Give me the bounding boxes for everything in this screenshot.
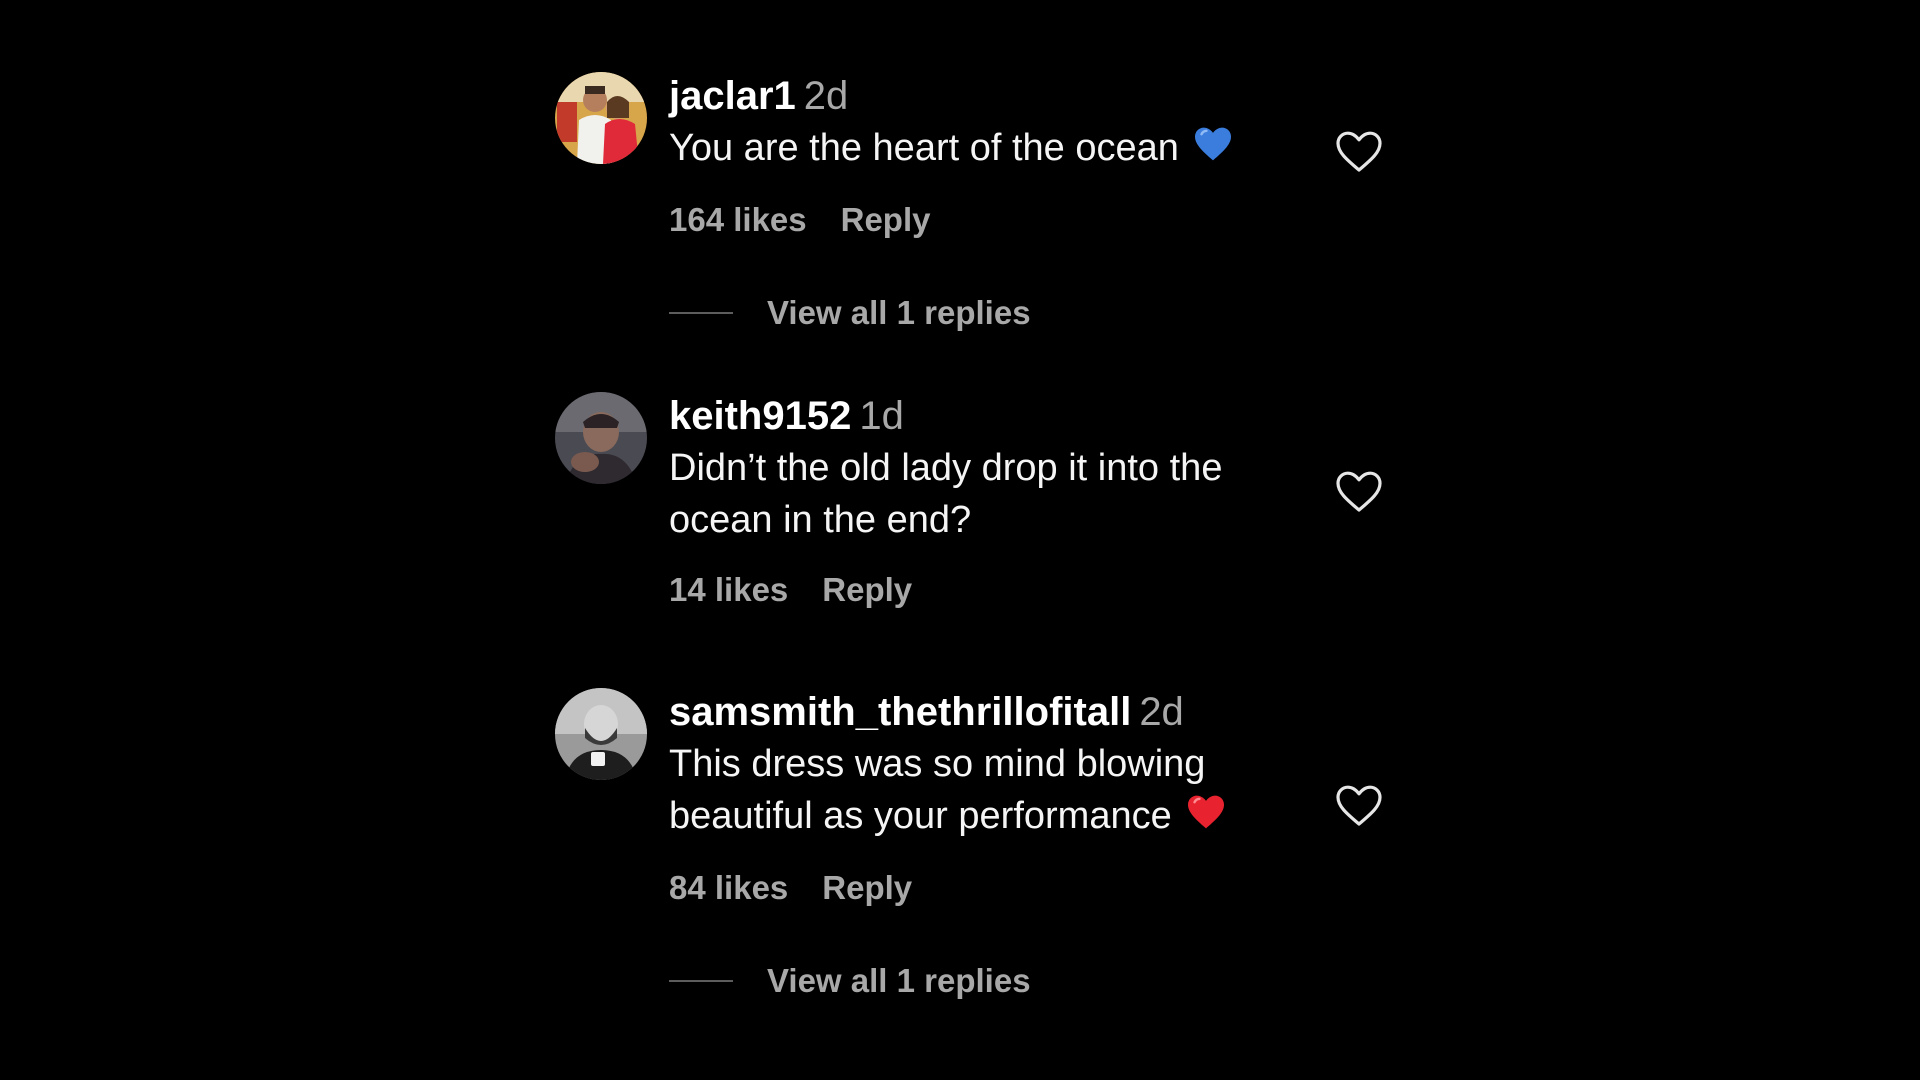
comment-meta: 164 likes Reply [669, 198, 1289, 242]
username[interactable]: samsmith_thethrillofitall [669, 690, 1131, 734]
comment-body: keith9152 1d Didn’t the old lady drop it … [669, 390, 1289, 612]
comment-header: keith9152 1d [669, 390, 1289, 442]
divider-line [669, 311, 733, 314]
divider-line [669, 979, 733, 982]
comment-text: This dress was so mind blowing beautiful… [669, 738, 1289, 844]
view-replies-label: View all 1 replies [767, 961, 1031, 999]
view-replies-label: View all 1 replies [767, 293, 1031, 331]
view-replies-button[interactable]: View all 1 replies [669, 962, 1289, 1000]
comment-item: jaclar1 2d You are the heart of the ocean… [555, 70, 1385, 390]
comment-item: samsmith_thethrillofitall 2d This dress w… [555, 686, 1385, 1006]
comment-item: keith9152 1d Didn’t the old lady drop it … [555, 390, 1385, 686]
avatar[interactable] [555, 392, 647, 484]
red-heart-emoji-icon [1186, 792, 1226, 844]
avatar[interactable] [555, 688, 647, 780]
likes-count[interactable]: 14 likes [669, 571, 788, 608]
comment-text: Didn’t the old lady drop it into the oce… [669, 442, 1289, 546]
comment-meta: 84 likes Reply [669, 866, 1289, 910]
username[interactable]: jaclar1 [669, 74, 796, 118]
avatar-photo-person [555, 392, 647, 484]
blue-heart-emoji-icon [1193, 124, 1233, 176]
comment-meta: 14 likes Reply [669, 568, 1289, 612]
view-replies-button[interactable]: View all 1 replies [669, 294, 1289, 332]
avatar-photo-man [555, 688, 647, 780]
likes-count[interactable]: 84 likes [669, 869, 788, 906]
timestamp: 1d [859, 394, 904, 438]
timestamp: 2d [803, 74, 849, 118]
comment-text-content: Didn’t the old lady drop it into the oce… [669, 447, 1223, 541]
avatar[interactable] [555, 72, 647, 164]
reply-button[interactable]: Reply [841, 201, 931, 238]
likes-count[interactable]: 164 likes [669, 201, 807, 238]
comment-body: samsmith_thethrillofitall 2d This dress w… [669, 686, 1289, 1000]
comment-text: You are the heart of the ocean [669, 122, 1289, 176]
username[interactable]: keith9152 [669, 394, 851, 438]
heart-outline-icon[interactable] [1335, 784, 1383, 833]
comments-list: jaclar1 2d You are the heart of the ocean… [555, 70, 1385, 1006]
reply-button[interactable]: Reply [822, 571, 912, 608]
comment-text-content: This dress was so mind blowing beautiful… [669, 743, 1206, 837]
timestamp: 2d [1139, 690, 1184, 734]
comment-body: jaclar1 2d You are the heart of the ocean… [669, 70, 1289, 332]
comment-text-content: You are the heart of the ocean [669, 127, 1179, 169]
heart-outline-icon[interactable] [1335, 470, 1383, 519]
comment-header: samsmith_thethrillofitall 2d [669, 686, 1289, 738]
reply-button[interactable]: Reply [822, 869, 912, 906]
heart-outline-icon[interactable] [1335, 130, 1383, 179]
comment-header: jaclar1 2d [669, 70, 1289, 122]
avatar-photo-couple [555, 72, 647, 164]
